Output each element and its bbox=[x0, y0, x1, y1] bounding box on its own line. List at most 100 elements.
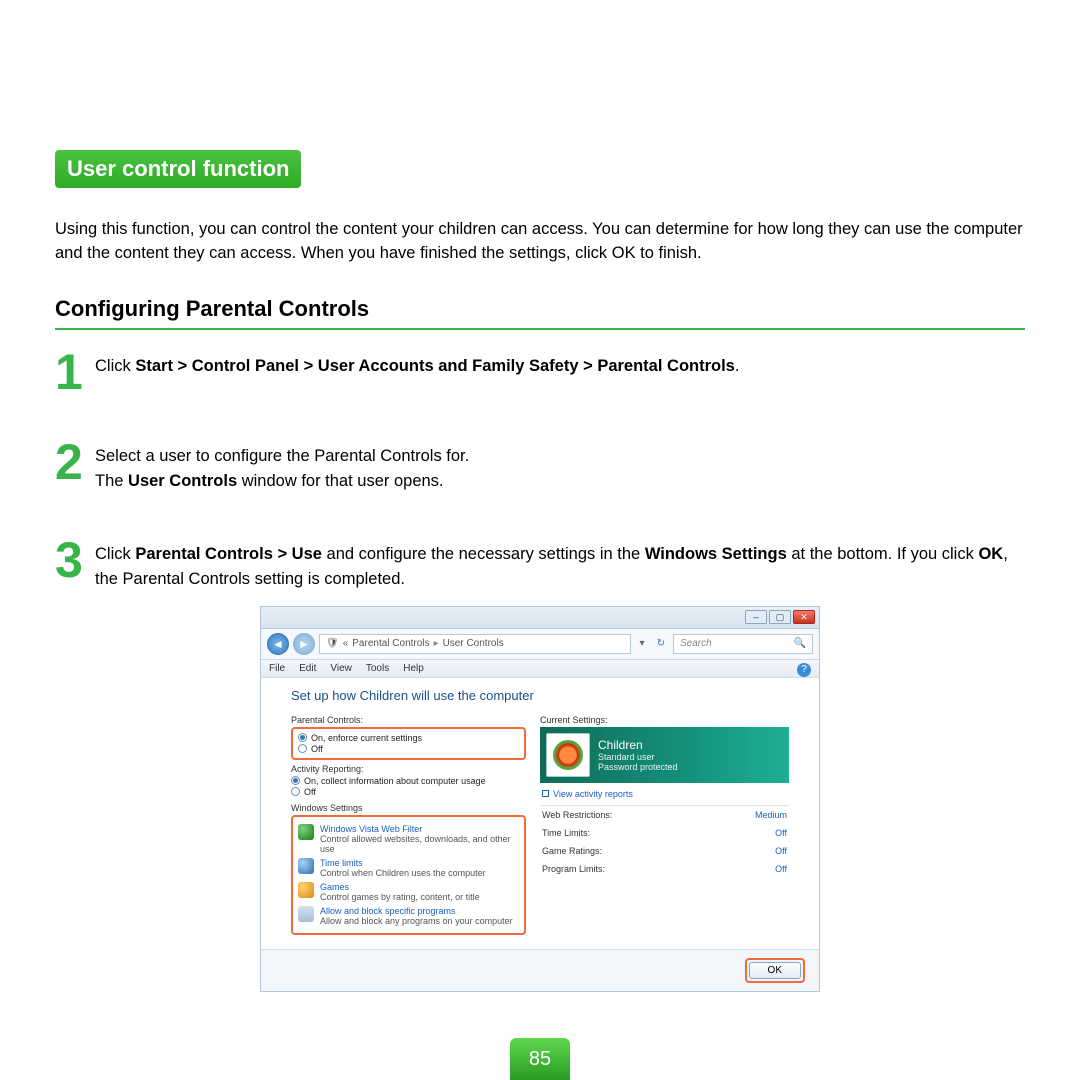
text: Select a user to configure the Parental … bbox=[95, 444, 469, 469]
search-icon: 🔍 bbox=[794, 638, 806, 649]
radio-pc-off[interactable]: Off bbox=[298, 744, 519, 754]
cell-value[interactable]: Medium bbox=[755, 810, 787, 820]
radio-label: Off bbox=[304, 787, 316, 797]
step-body: Click Start > Control Panel > User Accou… bbox=[95, 350, 739, 379]
table-row: Game Ratings: Off bbox=[540, 842, 789, 860]
text: and configure the necessary settings in … bbox=[322, 545, 645, 563]
breadcrumb-item[interactable]: User Controls bbox=[443, 638, 504, 649]
cell-value[interactable]: Off bbox=[775, 828, 787, 838]
setting-web-filter[interactable]: Windows Vista Web FilterControl allowed … bbox=[298, 824, 519, 854]
maximize-button[interactable]: ▢ bbox=[769, 610, 791, 624]
menubar: File Edit View Tools Help ? bbox=[261, 659, 819, 678]
setting-link: Time limits bbox=[320, 858, 486, 868]
forward-button[interactable]: ► bbox=[293, 633, 315, 655]
setting-desc: Allow and block any programs on your com… bbox=[320, 916, 513, 926]
window-content: Set up how Children will use the compute… bbox=[261, 678, 819, 949]
close-button[interactable]: ✕ bbox=[793, 610, 815, 624]
menu-view[interactable]: View bbox=[330, 663, 352, 674]
step-number: 1 bbox=[55, 350, 95, 395]
cell-value[interactable]: Off bbox=[775, 846, 787, 856]
breadcrumb-item[interactable]: Parental Controls bbox=[352, 638, 429, 649]
titlebar: – ▢ ✕ bbox=[261, 607, 819, 629]
menu-edit[interactable]: Edit bbox=[299, 663, 316, 674]
setting-programs[interactable]: Allow and block specific programsAllow a… bbox=[298, 906, 519, 926]
setting-desc: Control games by rating, content, or tit… bbox=[320, 892, 480, 902]
text-bold: Windows Settings bbox=[645, 545, 787, 563]
cell-key: Game Ratings: bbox=[542, 846, 602, 856]
clock-icon bbox=[298, 858, 314, 874]
back-button[interactable]: ◄ bbox=[267, 633, 289, 655]
highlight-ok: OK bbox=[745, 958, 805, 983]
menu-file[interactable]: File bbox=[269, 663, 285, 674]
step-body: Select a user to configure the Parental … bbox=[95, 440, 469, 494]
intro-paragraph: Using this function, you can control the… bbox=[55, 218, 1025, 266]
text-bold: OK bbox=[978, 545, 1003, 563]
highlight-windows-settings: Windows Vista Web FilterControl allowed … bbox=[291, 815, 526, 935]
apps-icon bbox=[298, 906, 314, 922]
subheading: Configuring Parental Controls bbox=[55, 296, 1025, 330]
ok-bar: OK bbox=[261, 949, 819, 991]
user-name: Children bbox=[598, 738, 678, 752]
text: The bbox=[95, 472, 128, 490]
current-settings-table: Web Restrictions:Medium Time Limits:Off … bbox=[540, 805, 789, 878]
text-bold: User Controls bbox=[128, 472, 237, 490]
menu-help[interactable]: Help bbox=[403, 663, 424, 674]
cell-key: Time Limits: bbox=[542, 828, 590, 838]
setting-desc: Control allowed websites, downloads, and… bbox=[320, 834, 519, 854]
group-label: Current Settings: bbox=[540, 715, 789, 725]
text-bold: Start > Control Panel > User Accounts an… bbox=[135, 357, 735, 375]
search-placeholder: Search bbox=[680, 638, 712, 649]
setting-link: Games bbox=[320, 882, 480, 892]
radio-pc-on[interactable]: On, enforce current settings bbox=[298, 733, 519, 743]
radio-ar-off[interactable]: Off bbox=[291, 787, 526, 797]
avatar-image bbox=[553, 740, 583, 770]
text: Click bbox=[95, 357, 135, 375]
content-heading: Set up how Children will use the compute… bbox=[291, 688, 789, 703]
address-bar[interactable]: 🛡 « Parental Controls ▸ User Controls bbox=[319, 634, 631, 654]
text: . bbox=[735, 357, 740, 375]
shield-icon: 🛡 bbox=[326, 638, 339, 649]
user-role: Standard user bbox=[598, 752, 678, 762]
text-bold: Parental Controls > Use bbox=[135, 545, 322, 563]
radio-icon bbox=[298, 733, 307, 742]
text: window for that user opens. bbox=[237, 472, 443, 490]
group-label: Parental Controls: bbox=[291, 715, 526, 725]
cell-key: Program Limits: bbox=[542, 864, 605, 874]
setting-games[interactable]: GamesControl games by rating, content, o… bbox=[298, 882, 519, 902]
view-activity-reports-link[interactable]: View activity reports bbox=[540, 783, 789, 805]
avatar bbox=[546, 733, 590, 777]
chevron-right-icon: ▸ bbox=[434, 638, 439, 649]
step-number: 2 bbox=[55, 440, 95, 485]
search-input[interactable]: Search 🔍 bbox=[673, 634, 813, 654]
minimize-button[interactable]: – bbox=[745, 610, 767, 624]
cell-value[interactable]: Off bbox=[775, 864, 787, 874]
games-icon bbox=[298, 882, 314, 898]
bullet-icon bbox=[542, 790, 549, 797]
user-pw: Password protected bbox=[598, 762, 678, 772]
setting-link: Windows Vista Web Filter bbox=[320, 824, 519, 834]
menu-tools[interactable]: Tools bbox=[366, 663, 389, 674]
setting-link: Allow and block specific programs bbox=[320, 906, 513, 916]
page-number-badge: 85 bbox=[510, 1038, 570, 1080]
address-dropdown[interactable]: ▾ bbox=[635, 638, 649, 649]
setting-time-limits[interactable]: Time limitsControl when Children uses th… bbox=[298, 858, 519, 878]
highlight-parental-controls: On, enforce current settings Off bbox=[291, 727, 526, 760]
group-label: Windows Settings bbox=[291, 803, 526, 813]
radio-label: On, collect information about computer u… bbox=[304, 776, 486, 786]
step-2: 2 Select a user to configure the Parenta… bbox=[55, 440, 1025, 494]
step-number: 3 bbox=[55, 538, 95, 583]
step-3: 3 Click Parental Controls > Use and conf… bbox=[55, 538, 1025, 592]
radio-icon bbox=[291, 787, 300, 796]
radio-icon bbox=[298, 744, 307, 753]
help-icon[interactable]: ? bbox=[797, 663, 811, 677]
cell-key: Web Restrictions: bbox=[542, 810, 612, 820]
ok-button[interactable]: OK bbox=[749, 962, 801, 979]
table-row: Web Restrictions: Medium bbox=[540, 806, 789, 824]
text: Click bbox=[95, 545, 135, 563]
radio-ar-on[interactable]: On, collect information about computer u… bbox=[291, 776, 526, 786]
user-card: Children Standard user Password protecte… bbox=[540, 727, 789, 783]
screenshot-window: – ▢ ✕ ◄ ► 🛡 « Parental Controls ▸ User C… bbox=[260, 606, 820, 992]
radio-icon bbox=[291, 776, 300, 785]
radio-label: Off bbox=[311, 744, 323, 754]
refresh-button[interactable]: ↻ bbox=[653, 638, 669, 649]
